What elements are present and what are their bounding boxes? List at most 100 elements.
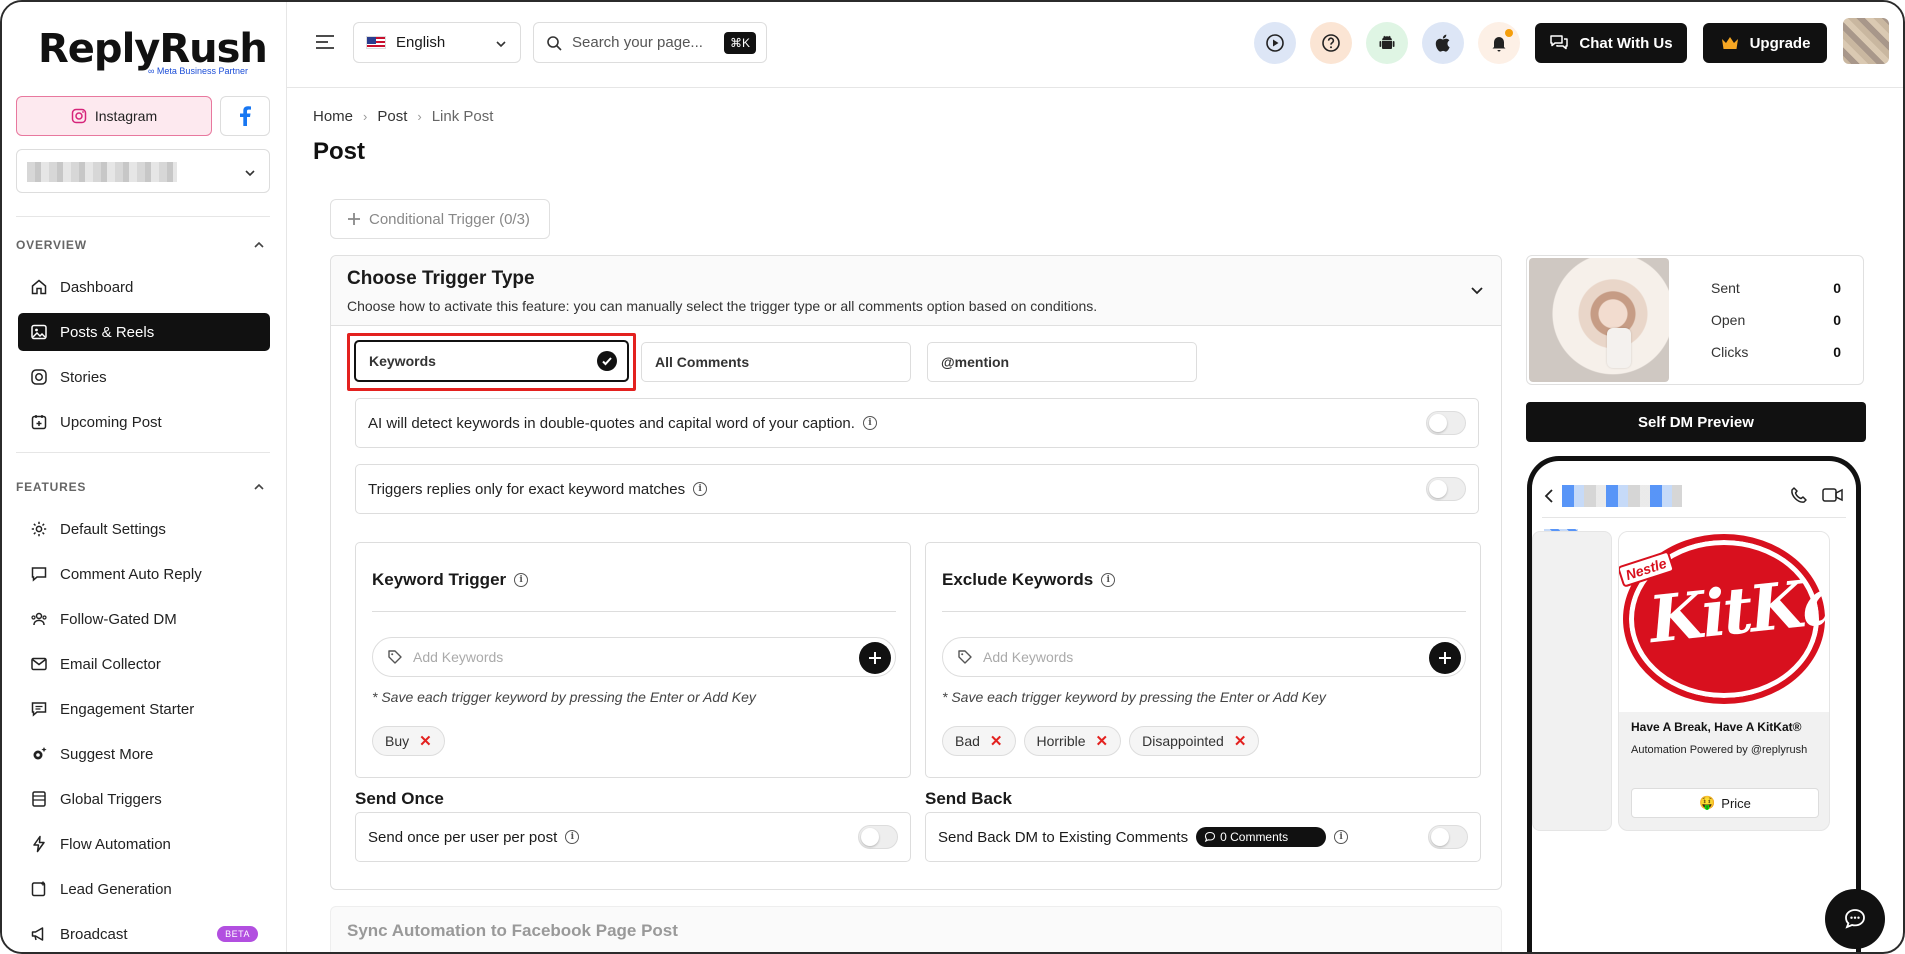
back-arrow-icon[interactable] xyxy=(1544,489,1554,503)
send-once-toggle[interactable] xyxy=(858,825,898,849)
breadcrumb-home[interactable]: Home xyxy=(313,108,353,125)
remove-icon[interactable]: ✕ xyxy=(990,732,1003,750)
remove-icon[interactable]: ✕ xyxy=(1234,732,1247,750)
menu-icon[interactable] xyxy=(315,34,335,50)
ios-app-button[interactable] xyxy=(1422,22,1464,64)
users-icon xyxy=(31,612,47,626)
info-icon[interactable]: i xyxy=(862,416,877,430)
conditional-trigger-button[interactable]: Conditional Trigger (0/3) xyxy=(330,199,550,239)
ai-detect-toggle[interactable] xyxy=(1426,411,1466,435)
info-icon[interactable]: i xyxy=(565,830,580,844)
price-button[interactable]: 🤑 Price xyxy=(1631,788,1819,818)
sidebar-item-flow-automation[interactable]: Flow Automation xyxy=(18,825,270,863)
trigger-type-header[interactable]: Choose Trigger Type Choose how to activa… xyxy=(331,256,1501,326)
exclude-hint: * Save each trigger keyword by pressing … xyxy=(942,689,1326,705)
sidebar-item-upcoming-post[interactable]: Upcoming Post xyxy=(18,403,270,441)
sidebar-item-global-triggers[interactable]: Global Triggers xyxy=(18,780,270,818)
message-lines-icon xyxy=(31,702,47,717)
info-icon[interactable]: i xyxy=(514,573,529,587)
notifications-button[interactable] xyxy=(1478,22,1520,64)
remove-icon[interactable]: ✕ xyxy=(419,732,432,750)
info-icon[interactable]: i xyxy=(693,482,708,496)
play-circle-icon xyxy=(1266,34,1284,52)
add-exclude-keyword-button[interactable] xyxy=(1429,642,1461,674)
trigger-option-keywords[interactable]: Keywords xyxy=(354,340,629,382)
sidebar-item-label: Flow Automation xyxy=(60,835,171,853)
plus-icon xyxy=(348,213,360,225)
language-select[interactable]: English xyxy=(353,22,521,63)
sidebar-item-posts-reels[interactable]: Posts & Reels xyxy=(18,313,270,351)
send-back-label: Send Back DM to Existing Comments xyxy=(938,828,1189,846)
phone-icon[interactable] xyxy=(1790,486,1808,504)
add-keyword-button[interactable] xyxy=(859,642,891,674)
avatar[interactable] xyxy=(1843,18,1889,64)
phone-header xyxy=(1544,483,1844,509)
sidebar-item-lead-generation[interactable]: Lead Generation xyxy=(18,870,270,908)
chat-with-us-button[interactable]: Chat With Us xyxy=(1535,23,1687,63)
comment-icon xyxy=(31,567,47,582)
chevron-up-icon[interactable] xyxy=(252,238,266,252)
sidebar-item-suggest-more[interactable]: Suggest More xyxy=(18,735,270,773)
chevron-up-icon[interactable] xyxy=(252,480,266,494)
self-dm-preview-button[interactable]: Self DM Preview xyxy=(1526,402,1866,442)
search-box[interactable]: ⌘K xyxy=(533,22,767,63)
trigger-option-label: Keywords xyxy=(369,353,436,369)
conditional-trigger-label: Conditional Trigger (0/3) xyxy=(369,210,530,228)
contact-name-redacted xyxy=(1562,485,1682,507)
breadcrumb-post[interactable]: Post xyxy=(377,108,407,125)
sidebar-item-label: Lead Generation xyxy=(60,880,172,898)
android-app-button[interactable] xyxy=(1366,22,1408,64)
tab-facebook[interactable] xyxy=(220,96,270,136)
previous-message-card xyxy=(1532,531,1612,831)
sidebar-item-broadcast[interactable]: Broadcast BETA xyxy=(18,915,270,952)
live-chat-button[interactable] xyxy=(1825,889,1885,949)
sidebar-item-label: Posts & Reels xyxy=(60,323,155,341)
help-button[interactable] xyxy=(1310,22,1352,64)
sidebar-item-follow-gated-dm[interactable]: Follow-Gated DM xyxy=(18,600,270,638)
breadcrumb: Home › Post › Link Post xyxy=(313,108,493,125)
video-tutorial-button[interactable] xyxy=(1254,22,1296,64)
beta-badge: BETA xyxy=(217,926,258,942)
sidebar-item-stories[interactable]: Stories xyxy=(18,358,270,396)
dm-preview-phone: KitKat Nestle Have A Break, Have A KitKa… xyxy=(1527,456,1861,952)
stat-sent: Sent 0 xyxy=(1711,280,1841,296)
trigger-option-all-comments[interactable]: All Comments xyxy=(641,342,911,382)
video-call-icon[interactable] xyxy=(1822,487,1844,503)
tab-instagram[interactable]: Instagram xyxy=(16,96,212,136)
sidebar-item-comment-auto-reply[interactable]: Comment Auto Reply xyxy=(18,555,270,593)
message-body: Automation Powered by @replyrush xyxy=(1631,744,1808,756)
crown-icon xyxy=(1721,37,1738,49)
keyword-chips: Buy ✕ xyxy=(372,726,445,756)
exclude-input-wrapper xyxy=(942,637,1466,677)
sidebar-item-dashboard[interactable]: Dashboard xyxy=(18,268,270,306)
check-icon xyxy=(597,351,617,371)
keyword-input[interactable] xyxy=(413,649,833,665)
send-back-toggle[interactable] xyxy=(1428,825,1468,849)
keyword-trigger-card: Keyword Trigger i * Save each trigger ke… xyxy=(355,542,911,778)
sidebar-item-label: Email Collector xyxy=(60,655,161,673)
meta-partner-label: ∞ Meta Business Partner xyxy=(148,66,248,76)
cog-sparkle-icon xyxy=(33,747,47,760)
keyword-trigger-title: Keyword Trigger i xyxy=(372,570,529,590)
divider xyxy=(1542,517,1846,518)
calendar-add-icon xyxy=(31,415,47,430)
plus-icon xyxy=(1439,652,1451,664)
account-select[interactable] xyxy=(16,149,270,193)
main-content: Home › Post › Link Post Post Conditional… xyxy=(287,88,1903,952)
sidebar-item-engagement-starter[interactable]: Engagement Starter xyxy=(18,690,270,728)
remove-icon[interactable]: ✕ xyxy=(1096,732,1109,750)
search-input[interactable] xyxy=(572,34,712,51)
exact-match-toggle[interactable] xyxy=(1426,477,1466,501)
sidebar-item-label: Broadcast xyxy=(60,925,128,943)
trigger-option-mention[interactable]: @mention xyxy=(927,342,1197,382)
info-icon[interactable]: i xyxy=(1101,573,1116,587)
info-icon[interactable]: i xyxy=(1334,830,1349,844)
trigger-type-card: Choose Trigger Type Choose how to activa… xyxy=(330,255,1502,890)
exclude-keyword-input[interactable] xyxy=(983,649,1403,665)
upgrade-button[interactable]: Upgrade xyxy=(1703,23,1827,63)
chevron-down-icon[interactable] xyxy=(1469,282,1485,298)
top-bar: English ⌘K Chat With Us xyxy=(287,2,1903,88)
sidebar-item-email-collector[interactable]: Email Collector xyxy=(18,645,270,683)
sidebar-item-default-settings[interactable]: Default Settings xyxy=(18,510,270,548)
sidebar-item-label: Dashboard xyxy=(60,278,134,296)
